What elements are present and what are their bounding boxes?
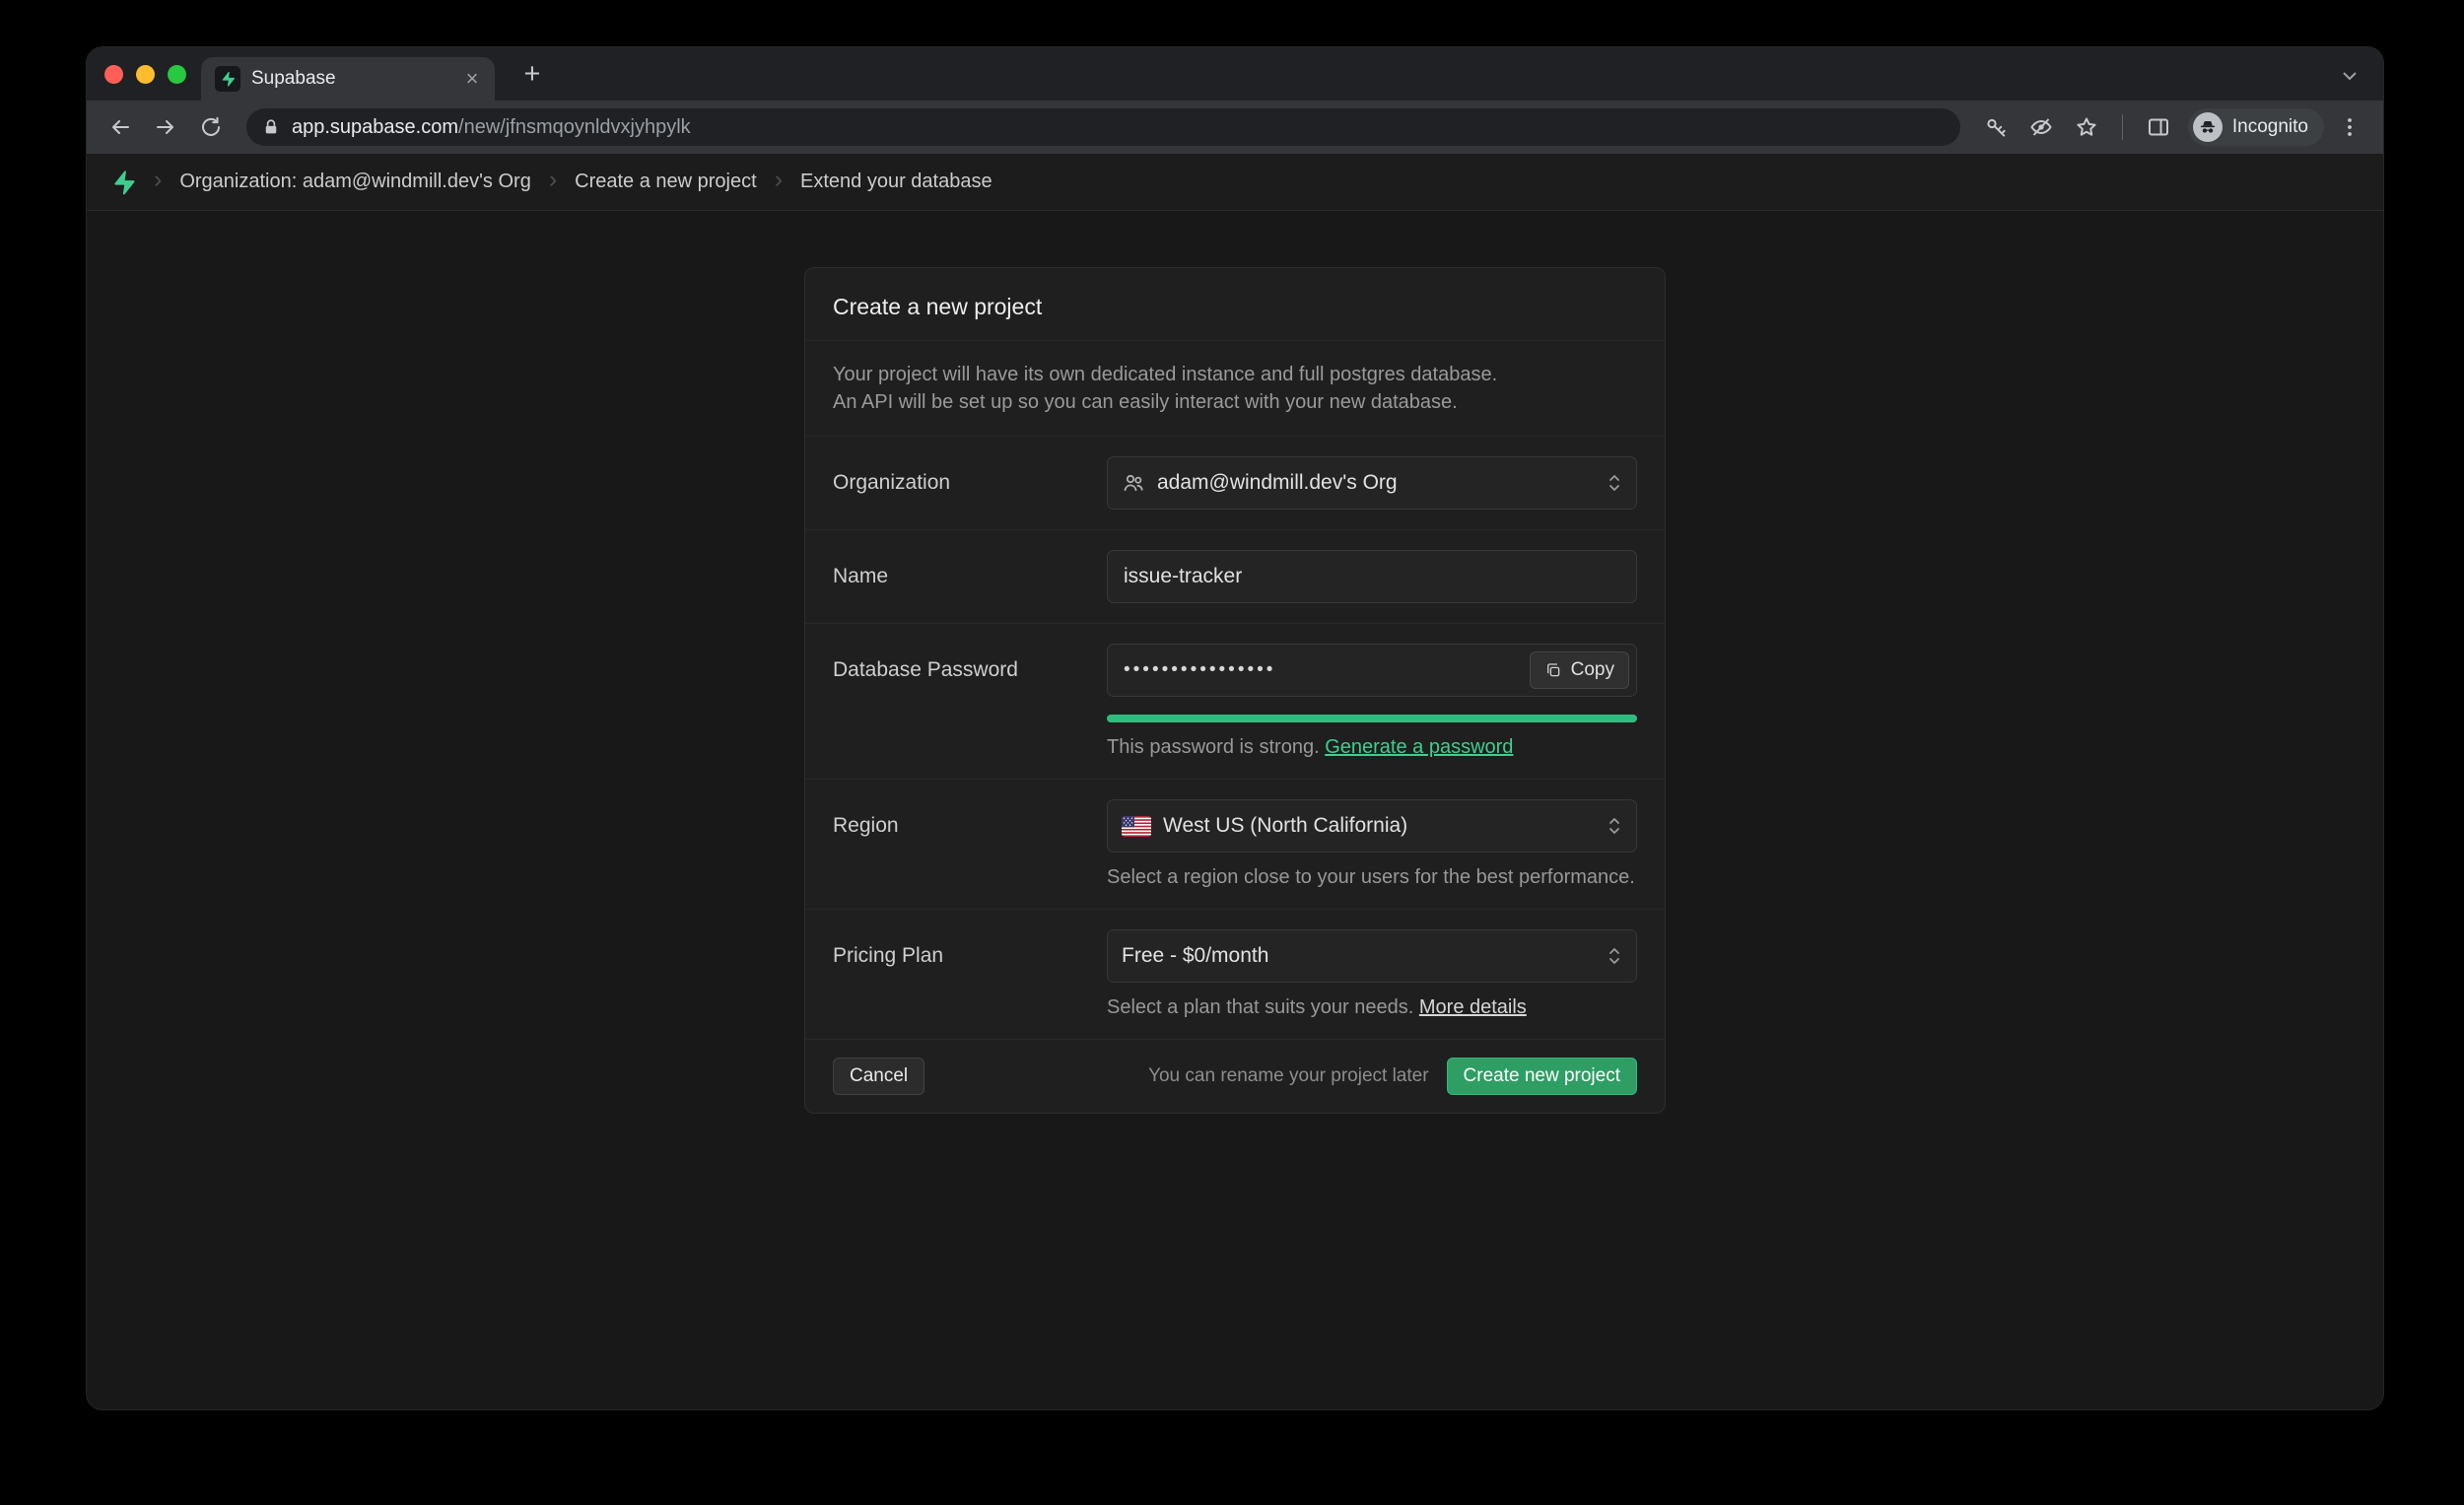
copy-password-button[interactable]: Copy: [1530, 651, 1629, 689]
card-header: Create a new project: [805, 268, 1665, 341]
region-label: Region: [833, 799, 1107, 889]
breadcrumb-extend-database[interactable]: Extend your database: [800, 171, 992, 193]
back-icon[interactable]: [101, 107, 140, 147]
organization-value: adam@windmill.dev's Org: [1157, 471, 1595, 495]
minimize-window-button[interactable]: [136, 65, 155, 84]
toolbar-divider: [2122, 114, 2123, 140]
us-flag-icon: [1122, 816, 1151, 837]
name-row: Name: [805, 530, 1665, 624]
browser-tab-supabase[interactable]: Supabase ×: [201, 57, 495, 101]
cancel-button[interactable]: Cancel: [833, 1058, 924, 1095]
browser-toolbar: app.supabase.com/new/jfnsmqoynldvxjyhpyl…: [87, 101, 2383, 154]
chevron-right-icon: ›: [154, 168, 162, 196]
organization-select[interactable]: adam@windmill.dev's Org: [1107, 456, 1637, 510]
incognito-badge[interactable]: Incognito: [2188, 108, 2324, 146]
organization-label: Organization: [833, 456, 1107, 510]
region-helper: Select a region close to your users for …: [1107, 866, 1637, 889]
card-footer: Cancel You can rename your project later…: [805, 1040, 1665, 1113]
eye-off-icon[interactable]: [2021, 107, 2061, 147]
new-tab-button[interactable]: +: [514, 58, 550, 94]
rename-note: You can rename your project later: [1148, 1065, 1428, 1087]
tab-search-chevron-icon[interactable]: [2338, 64, 2361, 88]
pricing-plan-label: Pricing Plan: [833, 929, 1107, 1019]
url-text: app.supabase.com/new/jfnsmqoynldvxjyhpyl…: [292, 116, 691, 139]
pricing-helper-text: Select a plan that suits your needs.: [1107, 996, 1413, 1018]
password-strength-bar: [1107, 715, 1637, 722]
name-label: Name: [833, 550, 1107, 603]
password-strength-text: This password is strong.: [1107, 736, 1320, 758]
forward-icon[interactable]: [146, 107, 185, 147]
tab-strip: Supabase × +: [87, 47, 2383, 101]
pricing-plan-row: Pricing Plan Free - $0/month Select a pl…: [805, 910, 1665, 1040]
window-controls: [104, 65, 186, 84]
pricing-helper: Select a plan that suits your needs. Mor…: [1107, 996, 1637, 1019]
password-key-icon[interactable]: [1976, 107, 2016, 147]
lock-icon: [262, 118, 280, 136]
database-password-label: Database Password: [833, 644, 1107, 759]
breadcrumb-create-project[interactable]: Create a new project: [575, 171, 757, 193]
region-value: West US (North California): [1163, 814, 1595, 838]
region-select[interactable]: West US (North California): [1107, 799, 1637, 853]
zoom-window-button[interactable]: [168, 65, 186, 84]
create-new-project-button[interactable]: Create new project: [1447, 1058, 1637, 1095]
tab-close-icon[interactable]: ×: [459, 66, 485, 92]
tab-title: Supabase: [251, 68, 448, 90]
url-host: app.supabase.com: [292, 116, 458, 138]
page-title: Create a new project: [833, 294, 1637, 320]
description-line-2: An API will be set up so you can easily …: [833, 388, 1637, 416]
supabase-logo-icon[interactable]: [110, 170, 136, 195]
chevron-right-icon: ›: [549, 168, 557, 196]
url-path: /new/jfnsmqoynldvxjyhpylk: [458, 116, 691, 138]
close-window-button[interactable]: [104, 65, 123, 84]
database-password-row: Database Password Copy This passwor: [805, 624, 1665, 780]
card-description: Your project will have its own dedicated…: [805, 341, 1665, 437]
select-caret-icon: [1607, 469, 1622, 497]
description-line-1: Your project will have its own dedicated…: [833, 361, 1637, 388]
browser-window: Supabase × + app.supabase.com/new/jfnsmq…: [87, 47, 2383, 1409]
users-icon: [1122, 471, 1145, 495]
side-panel-icon[interactable]: [2139, 107, 2178, 147]
generate-password-link[interactable]: Generate a password: [1325, 736, 1513, 758]
browser-menu-icon[interactable]: [2330, 107, 2369, 147]
pricing-plan-value: Free - $0/month: [1122, 944, 1595, 968]
select-caret-icon: [1607, 812, 1622, 840]
region-row: Region West US (North California) Select…: [805, 780, 1665, 910]
password-strength-helper: This password is strong. Generate a pass…: [1107, 736, 1637, 759]
copy-icon: [1544, 661, 1562, 679]
bookmark-star-icon[interactable]: [2067, 107, 2106, 147]
project-name-input[interactable]: [1107, 550, 1637, 603]
incognito-avatar-icon: [2193, 112, 2223, 142]
address-bar[interactable]: app.supabase.com/new/jfnsmqoynldvxjyhpyl…: [246, 108, 1960, 146]
incognito-label: Incognito: [2232, 116, 2308, 138]
organization-row: Organization adam@windmill.dev's Org: [805, 437, 1665, 530]
chevron-right-icon: ›: [775, 168, 783, 196]
breadcrumb-organization[interactable]: Organization: adam@windmill.dev's Org: [179, 171, 530, 193]
create-project-card: Create a new project Your project will h…: [804, 267, 1666, 1114]
reload-icon[interactable]: [191, 107, 231, 147]
pricing-plan-select[interactable]: Free - $0/month: [1107, 929, 1637, 983]
page-background: Create a new project Your project will h…: [87, 212, 2383, 1409]
more-details-link[interactable]: More details: [1419, 996, 1527, 1018]
copy-button-label: Copy: [1571, 659, 1614, 681]
select-caret-icon: [1607, 942, 1622, 970]
supabase-favicon-icon: [215, 66, 240, 92]
breadcrumb: › Organization: adam@windmill.dev's Org …: [87, 154, 2383, 211]
